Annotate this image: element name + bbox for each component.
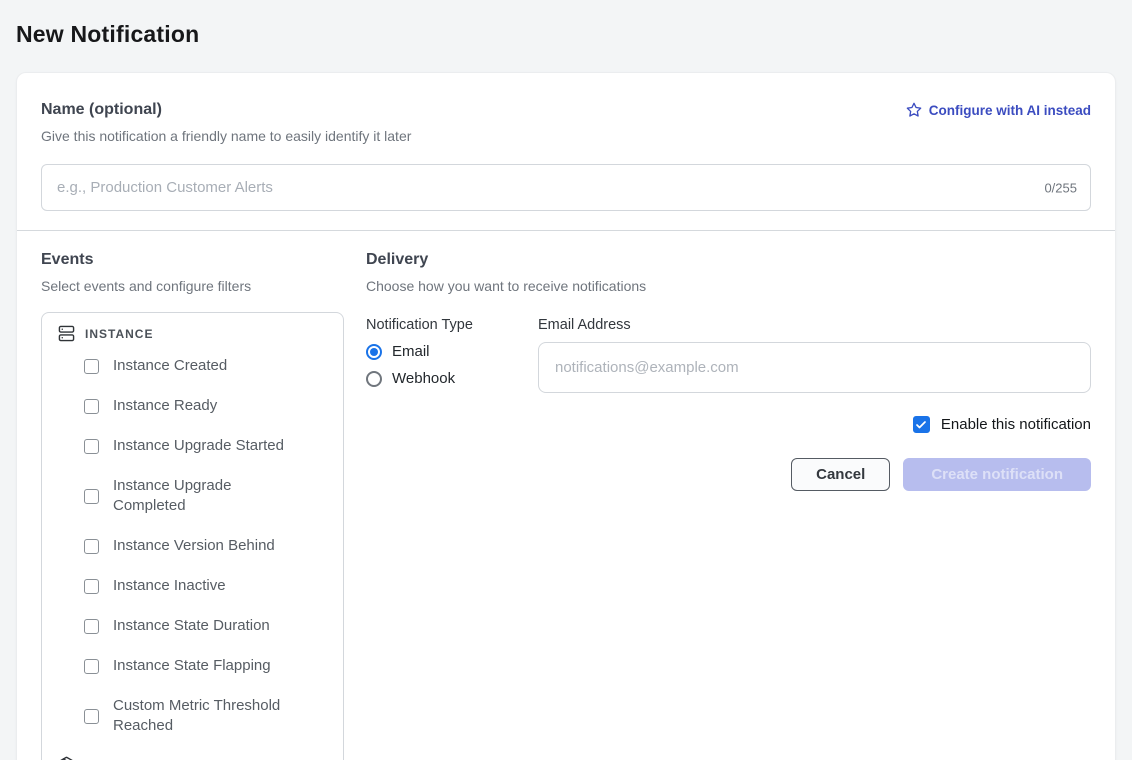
delivery-description: Choose how you want to receive notificat…	[366, 278, 1091, 294]
event-group-label: INSTANCE	[85, 327, 153, 341]
cancel-button[interactable]: Cancel	[791, 458, 890, 491]
event-checkbox-row[interactable]: Instance Upgrade Completed	[58, 476, 327, 516]
name-input-wrap: 0/255	[41, 164, 1091, 211]
action-buttons: Cancel Create notification	[366, 458, 1091, 491]
checkbox-unchecked-icon[interactable]	[84, 659, 99, 674]
radio-email-label: Email	[392, 343, 430, 360]
checkbox-unchecked-icon[interactable]	[84, 359, 99, 374]
event-label: Instance Ready	[113, 396, 217, 416]
events-column: Events Select events and configure filte…	[41, 251, 344, 760]
event-group-header-instance: INSTANCE	[58, 325, 327, 342]
enable-notification-row[interactable]: Enable this notification	[366, 416, 1091, 433]
notification-type-group: Notification Type Email Webhook	[366, 317, 538, 393]
char-counter: 0/255	[1044, 180, 1077, 195]
configure-ai-link[interactable]: Configure with AI instead	[906, 102, 1091, 118]
event-checkbox-row[interactable]: Instance Ready	[58, 396, 327, 416]
email-field-group: Email Address	[538, 317, 1091, 393]
radio-option-webhook[interactable]: Webhook	[366, 370, 538, 387]
delivery-form: Notification Type Email Webhook Email Ad…	[366, 317, 1091, 393]
delivery-heading: Delivery	[366, 251, 1091, 269]
name-input[interactable]	[41, 164, 1091, 211]
event-checkbox-row[interactable]: Custom Metric Threshold Reached	[58, 696, 327, 736]
event-checkbox-row[interactable]: Instance Inactive	[58, 576, 327, 596]
checkbox-unchecked-icon[interactable]	[84, 579, 99, 594]
event-label: Instance State Duration	[113, 616, 270, 636]
radio-webhook-label: Webhook	[392, 370, 455, 387]
checkbox-unchecked-icon[interactable]	[84, 709, 99, 724]
events-description: Select events and configure filters	[41, 278, 344, 294]
radio-option-email[interactable]: Email	[366, 343, 538, 360]
event-checkbox-row[interactable]: Instance Version Behind	[58, 536, 327, 556]
checkbox-unchecked-icon[interactable]	[84, 619, 99, 634]
event-label: Custom Metric Threshold Reached	[113, 696, 291, 736]
enable-notification-label: Enable this notification	[941, 416, 1091, 433]
new-notification-card: Name (optional) Configure with AI instea…	[16, 72, 1116, 760]
name-heading: Name (optional)	[41, 101, 162, 119]
event-group-header-release: RELEASE	[58, 756, 327, 760]
ai-link-label: Configure with AI instead	[929, 103, 1091, 118]
event-label: Instance Inactive	[113, 576, 226, 596]
event-checkbox-row[interactable]: Instance Upgrade Started	[58, 436, 327, 456]
name-description: Give this notification a friendly name t…	[41, 128, 1091, 144]
checkbox-unchecked-icon[interactable]	[84, 489, 99, 504]
event-label: Instance Upgrade Started	[113, 436, 284, 456]
event-checkbox-row[interactable]: Instance State Flapping	[58, 656, 327, 676]
checkbox-unchecked-icon[interactable]	[84, 439, 99, 454]
event-label: Instance Created	[113, 356, 227, 376]
events-heading: Events	[41, 251, 344, 269]
email-input[interactable]	[538, 342, 1091, 393]
event-label: Instance State Flapping	[113, 656, 271, 676]
event-label: Instance Upgrade Completed	[113, 476, 291, 516]
notification-type-label: Notification Type	[366, 317, 538, 333]
checkbox-unchecked-icon[interactable]	[84, 539, 99, 554]
package-icon	[58, 756, 75, 760]
page-title: New Notification	[16, 21, 1116, 48]
radio-unselected-icon[interactable]	[366, 371, 382, 387]
create-notification-button[interactable]: Create notification	[903, 458, 1091, 491]
server-icon	[58, 325, 75, 342]
event-label: Instance Version Behind	[113, 536, 275, 556]
name-section: Name (optional) Configure with AI instea…	[17, 73, 1115, 230]
configuration-columns: Events Select events and configure filte…	[17, 231, 1115, 760]
event-checkbox-row[interactable]: Instance State Duration	[58, 616, 327, 636]
delivery-column: Delivery Choose how you want to receive …	[366, 251, 1091, 760]
event-checkbox-row[interactable]: Instance Created	[58, 356, 327, 376]
email-address-label: Email Address	[538, 317, 1091, 333]
page-header: New Notification	[0, 0, 1132, 62]
events-panel: INSTANCE Instance Created Instance Ready In…	[41, 312, 344, 760]
enable-checkbox[interactable]	[913, 416, 930, 433]
checkbox-unchecked-icon[interactable]	[84, 399, 99, 414]
star-icon	[906, 102, 922, 118]
radio-selected-icon[interactable]	[366, 344, 382, 360]
